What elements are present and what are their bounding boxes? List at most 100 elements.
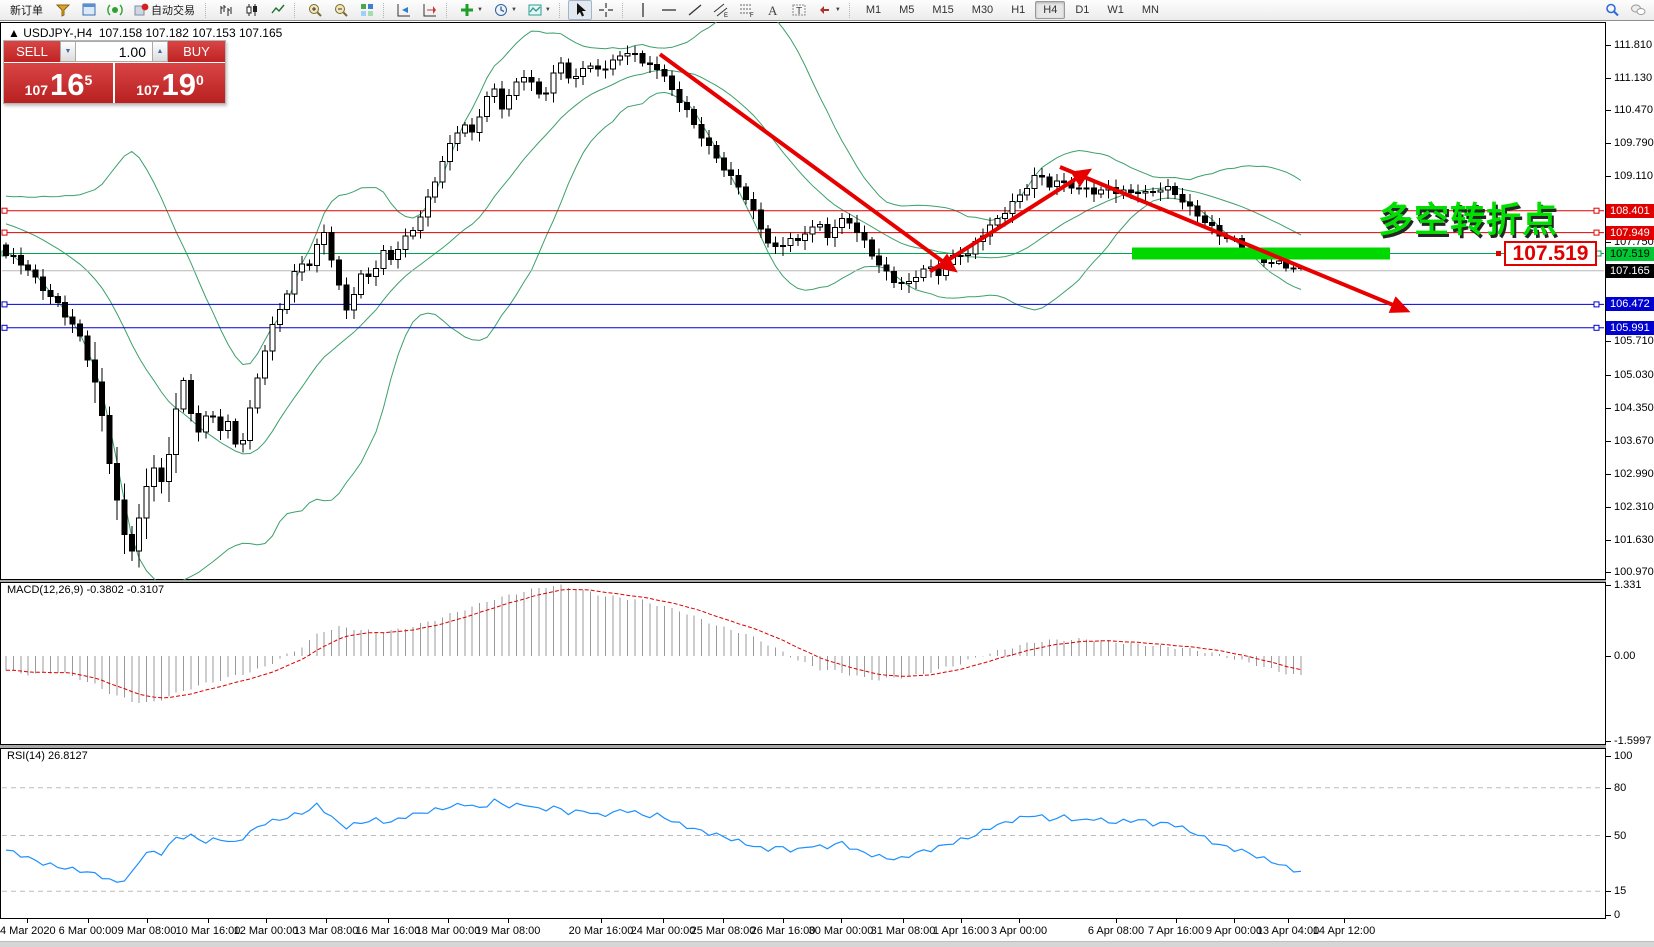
price-tick-label: 105.710 — [1614, 335, 1654, 347]
chart-shift-button[interactable] — [418, 0, 442, 20]
candlestick-chart-button[interactable] — [240, 0, 264, 20]
svg-text:T: T — [796, 6, 802, 17]
line-chart-icon — [270, 2, 286, 18]
timeframe-MN[interactable]: MN — [1134, 1, 1167, 19]
price-tick-label: 104.350 — [1614, 402, 1654, 414]
symbol-ohlc-text: USDJPY-,H4 107.158 107.182 107.153 107.1… — [23, 26, 282, 40]
price-tick-mark — [1606, 176, 1611, 177]
time-tick-label: 6 Mar 00:00 — [59, 925, 118, 937]
time-tick-label: 20 Mar 16:00 — [569, 925, 634, 937]
timeframe-D1[interactable]: D1 — [1067, 1, 1097, 19]
buy-price-figure: 107 — [136, 80, 159, 100]
timeframe-H1[interactable]: H1 — [1003, 1, 1033, 19]
time-tick-mark — [961, 919, 962, 923]
search-button[interactable] — [1600, 0, 1624, 20]
cursor-button[interactable] — [568, 0, 592, 20]
rsi-pane[interactable] — [0, 748, 1606, 919]
toolbar-separator — [294, 3, 299, 18]
macd-indicator-label: MACD(12,26,9) -0.3802 -0.3107 — [7, 584, 164, 596]
time-tick-mark — [1288, 919, 1289, 923]
price-tick-label: 105.030 — [1614, 369, 1654, 381]
text-button[interactable]: A — [761, 0, 785, 20]
horizontal-line-button[interactable] — [657, 0, 681, 20]
buy-button[interactable]: BUY — [168, 41, 225, 62]
chevron-down-icon: ▼ — [511, 7, 517, 13]
zoom-in-icon — [307, 2, 323, 18]
trendline-button[interactable] — [683, 0, 707, 20]
periods-button[interactable]: ▼ — [489, 0, 521, 20]
macd-tick-label: 0.00 — [1614, 650, 1635, 662]
price-tick-mark — [1606, 441, 1611, 442]
toolbar-separator — [622, 3, 627, 18]
price-level-label: 107.949 — [1606, 226, 1654, 240]
one-click-trading-panel: SELL ▼ ▲ BUY 107165 107190 — [3, 40, 226, 104]
time-tick-mark — [508, 919, 509, 923]
volume-decrement-button[interactable]: ▼ — [60, 41, 76, 62]
time-tick-label: 6 Apr 08:00 — [1088, 925, 1144, 937]
zoom-out-button[interactable] — [329, 0, 353, 20]
signals-icon — [107, 2, 123, 18]
text-label-button[interactable]: T — [787, 0, 811, 20]
panel-collapse-icon[interactable]: ▲ — [8, 26, 20, 40]
chart-shift-icon — [422, 2, 438, 18]
timeframe-M1[interactable]: M1 — [858, 1, 889, 19]
price-tick-mark — [1606, 540, 1611, 541]
main-chart-pane[interactable] — [0, 22, 1606, 580]
price-callout-label[interactable]: 107.519 — [1504, 241, 1597, 266]
new-order-button[interactable]: 新订单 — [4, 0, 49, 20]
timeframe-W1[interactable]: W1 — [1099, 1, 1132, 19]
volume-input[interactable] — [76, 41, 152, 62]
bar-chart-button[interactable] — [214, 0, 238, 20]
fibonacci-button[interactable]: F — [735, 0, 759, 20]
macd-pane[interactable] — [0, 582, 1606, 745]
time-tick-label: 16 Mar 16:00 — [356, 925, 421, 937]
time-tick-mark — [208, 919, 209, 923]
chat-button[interactable] — [1626, 0, 1650, 20]
market-watch-icon — [81, 2, 97, 18]
price-axis[interactable]: 111.810111.130110.470109.790109.110107.7… — [1606, 22, 1654, 941]
toolbar-separator — [446, 3, 451, 18]
rsi-tick-mark — [1606, 915, 1611, 916]
macd-tick-mark — [1606, 741, 1611, 742]
time-tick-label: 3 Apr 00:00 — [991, 925, 1047, 937]
timeframe-H4[interactable]: H4 — [1035, 1, 1065, 19]
arrows-icon — [817, 2, 833, 18]
time-tick-mark — [147, 919, 148, 923]
turning-point-annotation[interactable]: 多空转折点 — [1378, 192, 1558, 243]
sell-price-tile[interactable]: 107165 — [4, 63, 113, 103]
crosshair-button[interactable] — [594, 0, 618, 20]
profile-button[interactable] — [51, 0, 75, 20]
price-tick-mark — [1606, 474, 1611, 475]
time-tick-label: 4 Mar 2020 — [0, 925, 56, 937]
timeframe-M30[interactable]: M30 — [964, 1, 1001, 19]
add-indicator-button[interactable]: ▼ — [455, 0, 487, 20]
timeframe-M15[interactable]: M15 — [924, 1, 961, 19]
zoom-in-button[interactable] — [303, 0, 327, 20]
template-button[interactable]: ▼ — [523, 0, 555, 20]
time-tick-label: 18 Mar 00:00 — [416, 925, 481, 937]
market-watch-button[interactable] — [77, 0, 101, 20]
line-chart-button[interactable] — [266, 0, 290, 20]
time-tick-label: 14 Apr 12:00 — [1313, 925, 1375, 937]
vertical-line-button[interactable] — [631, 0, 655, 20]
signals-button[interactable] — [103, 0, 127, 20]
auto-scroll-icon — [396, 2, 412, 18]
time-tick-mark — [326, 919, 327, 923]
rsi-tick-mark — [1606, 891, 1611, 892]
timeframe-M5[interactable]: M5 — [891, 1, 922, 19]
chevron-down-icon: ▼ — [835, 7, 841, 13]
equidistant-channel-button[interactable]: E — [709, 0, 733, 20]
tile-windows-button[interactable] — [355, 0, 379, 20]
price-tick-label: 103.670 — [1614, 435, 1654, 447]
sell-button[interactable]: SELL — [4, 41, 60, 62]
volume-increment-button[interactable]: ▲ — [152, 41, 168, 62]
autotrading-button[interactable]: 自动交易 — [129, 0, 201, 20]
time-tick-mark — [601, 919, 602, 923]
svg-text:E: E — [724, 13, 728, 18]
buy-price-tile[interactable]: 107190 — [115, 63, 225, 103]
price-tick-label: 100.970 — [1614, 566, 1654, 578]
macd-tick-label: 1.331 — [1614, 579, 1642, 591]
auto-scroll-button[interactable] — [392, 0, 416, 20]
arrows-button[interactable]: ▼ — [813, 0, 845, 20]
time-axis[interactable]: 4 Mar 20206 Mar 00:009 Mar 08:0010 Mar 1… — [0, 919, 1606, 941]
